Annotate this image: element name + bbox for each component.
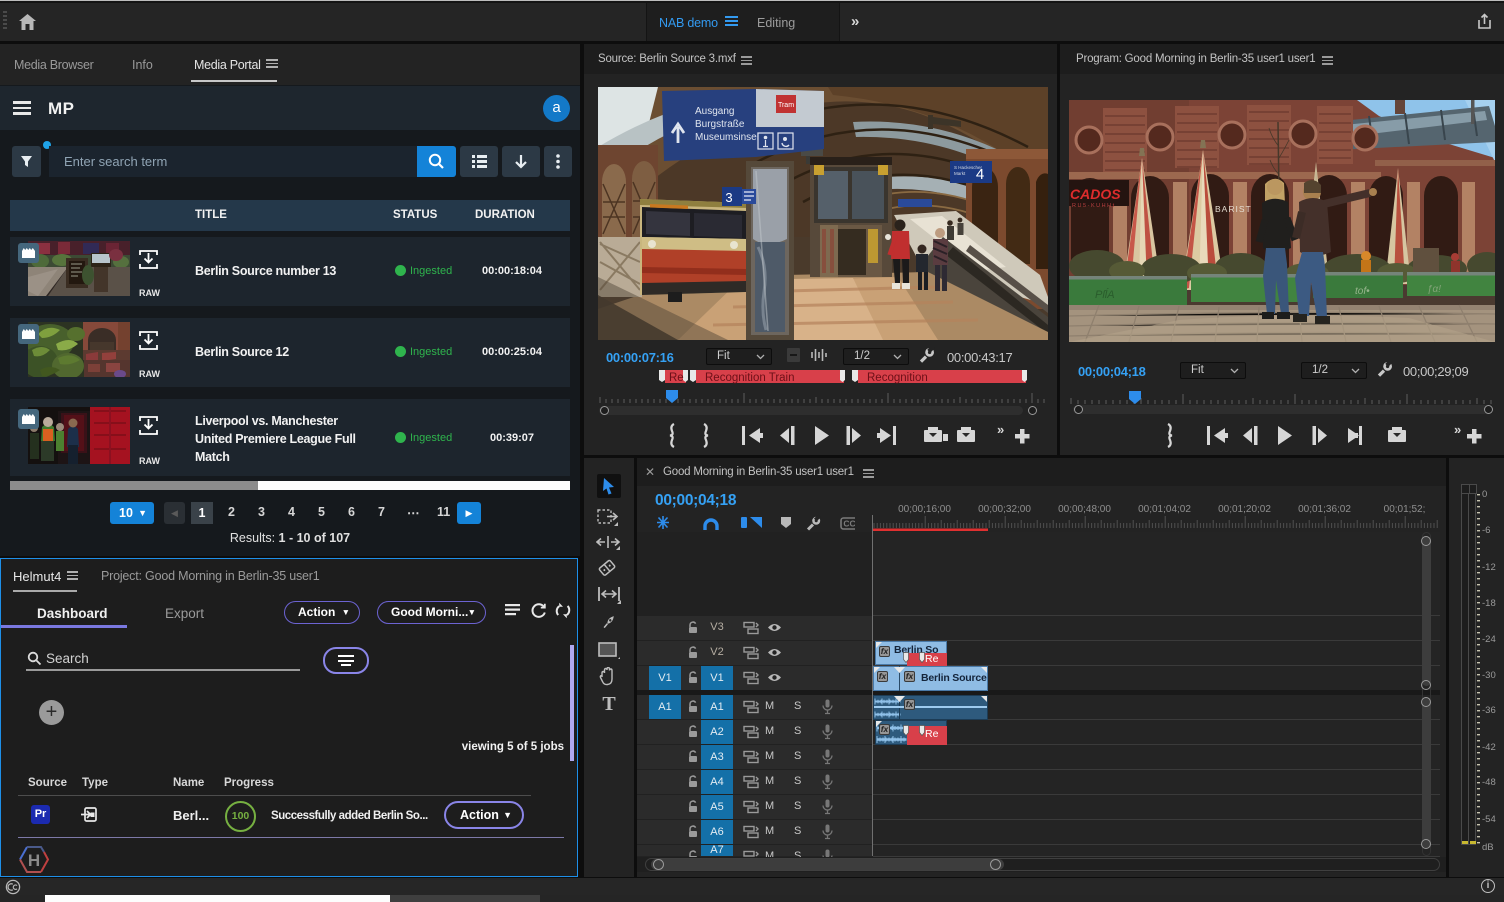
- svg-text:Re: Re: [669, 372, 684, 384]
- svg-text:CADOS: CADOS: [1070, 186, 1121, 202]
- svg-text:CC: CC: [843, 519, 855, 529]
- svg-text:»: »: [997, 422, 1004, 437]
- svg-text:00;01;36;02: 00;01;36;02: [1298, 504, 1351, 515]
- svg-text:00;01;20;02: 00;01;20;02: [1218, 504, 1271, 515]
- svg-text:00;00;32;00: 00;00;32;00: [978, 504, 1031, 515]
- svg-text:Recognition Train: Recognition Train: [705, 372, 795, 384]
- svg-text:00;01;52;: 00;01;52;: [1384, 504, 1426, 515]
- svg-text:T: T: [602, 694, 616, 714]
- svg-text:Ausgang: Ausgang: [695, 106, 734, 117]
- svg-text:»: »: [1454, 422, 1461, 437]
- svg-text:00;00;48;00: 00;00;48;00: [1058, 504, 1111, 515]
- svg-text:Tram: Tram: [778, 102, 794, 109]
- svg-text:H: H: [28, 851, 40, 870]
- svg-text:PſĺA: PſĺA: [1095, 288, 1115, 301]
- svg-text:BARIST: BARIST: [1215, 204, 1252, 214]
- svg-text:R U 5 - K U H H t: R U 5 - K U H H t: [1072, 203, 1115, 209]
- svg-text:ƒα!: ƒα!: [1427, 284, 1441, 295]
- svg-text:Markt: Markt: [954, 171, 966, 176]
- svg-text:tοf•: tοf•: [1355, 286, 1370, 297]
- svg-text:Museumsinsel: Museumsinsel: [695, 132, 759, 143]
- svg-text:Burgstraße: Burgstraße: [695, 119, 745, 130]
- svg-text:S Hackescher: S Hackescher: [954, 165, 983, 170]
- svg-text:Recognition: Recognition: [867, 372, 928, 384]
- svg-text:3: 3: [725, 190, 732, 205]
- svg-text:00;01;04;02: 00;01;04;02: [1138, 504, 1191, 515]
- svg-text:00;00;16;00: 00;00;16;00: [898, 504, 951, 515]
